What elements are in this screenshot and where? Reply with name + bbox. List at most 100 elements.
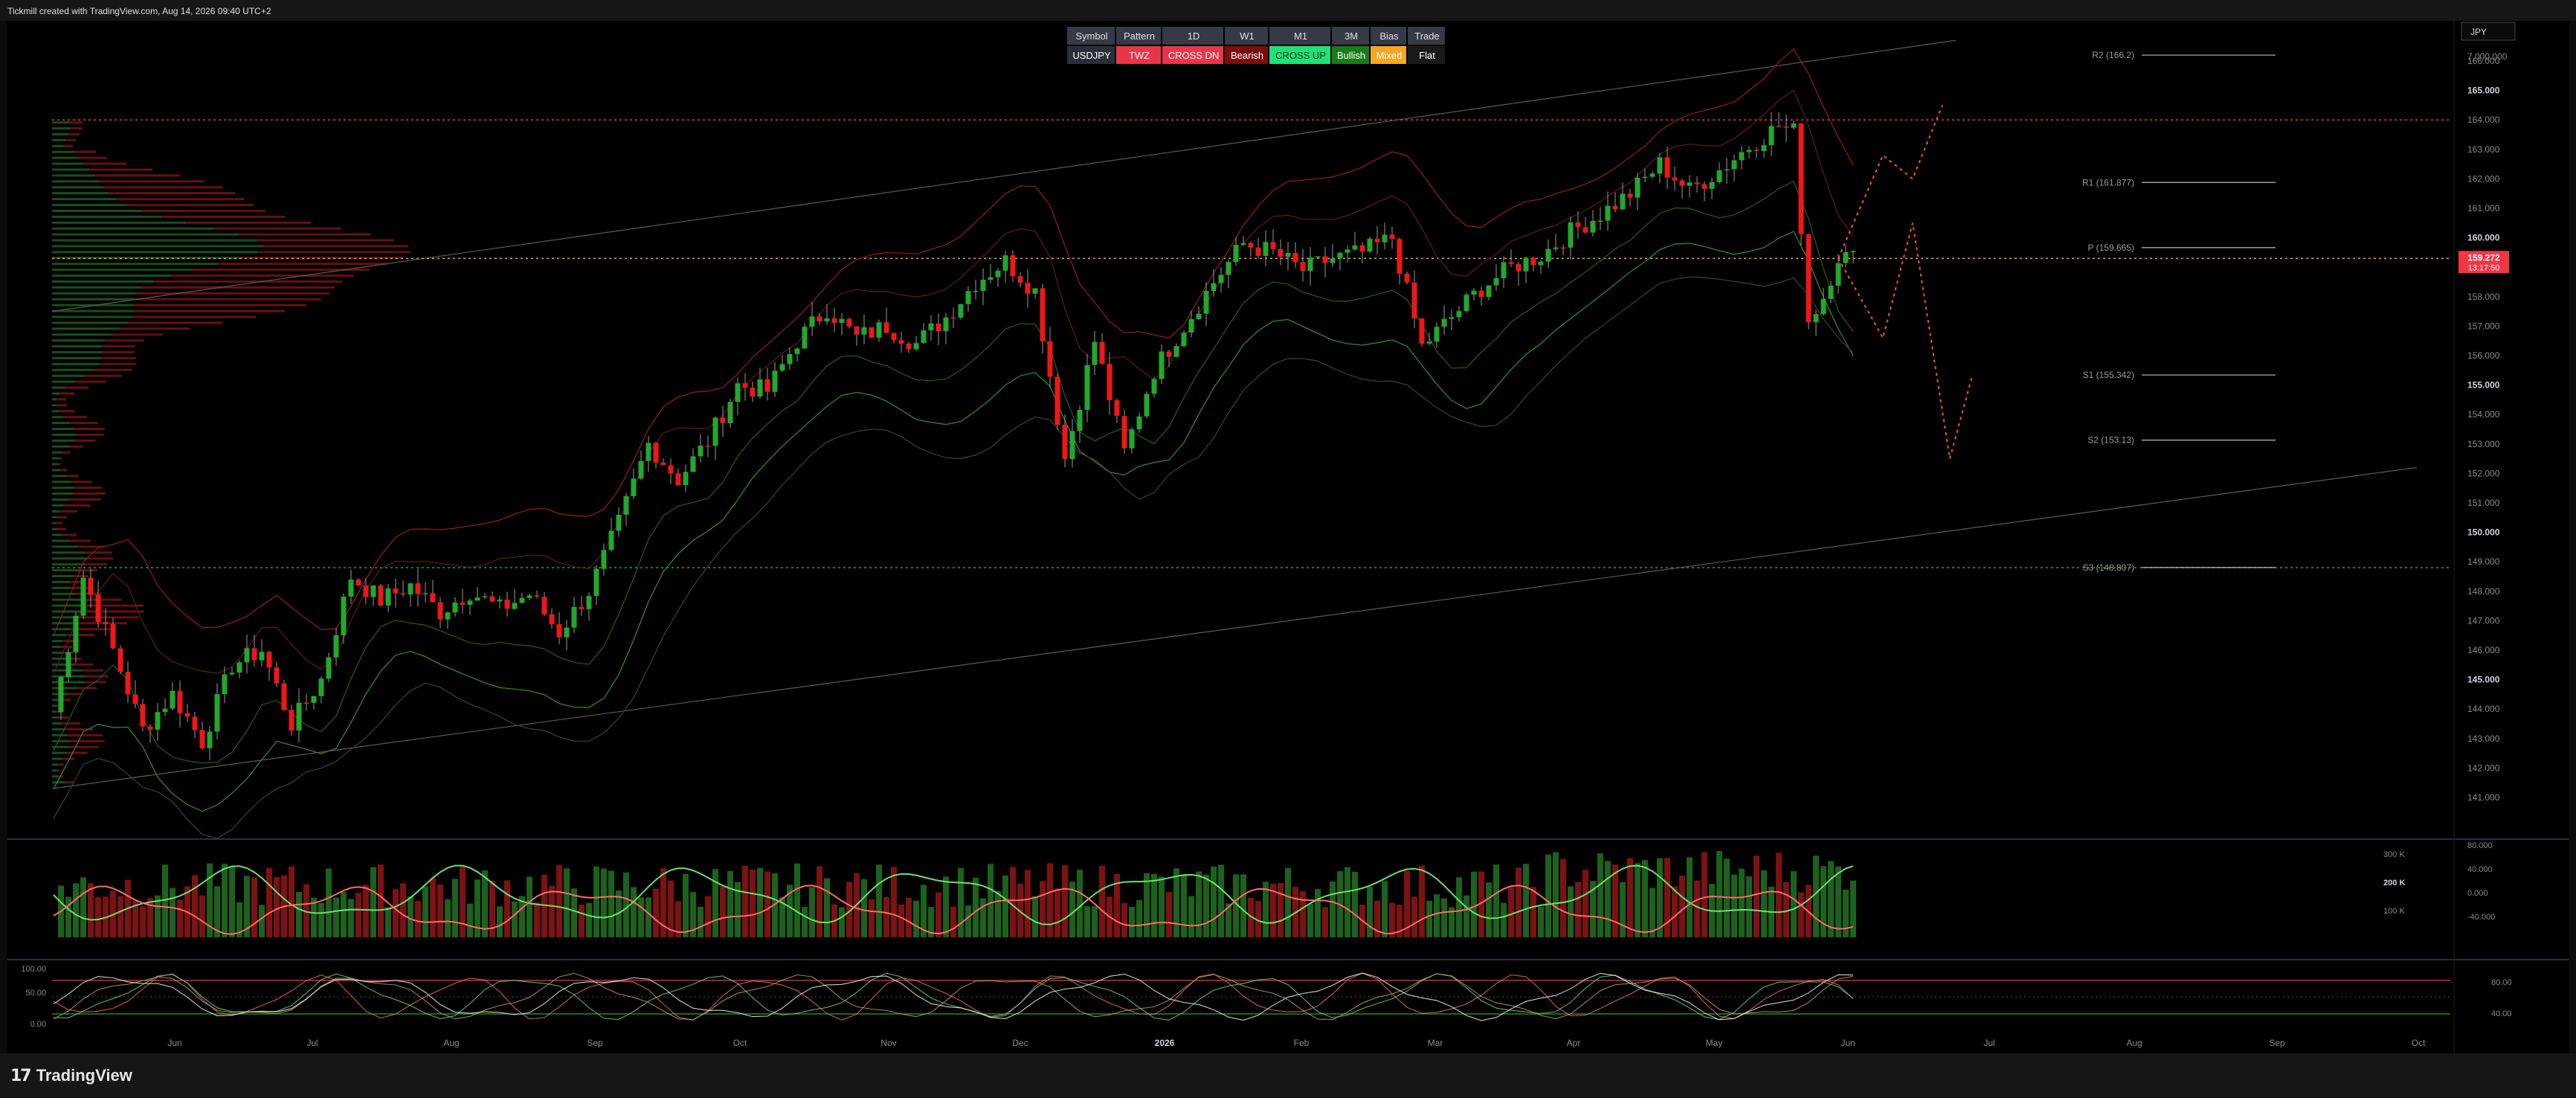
candle (1077, 410, 1083, 431)
volume-profile-bar-up (52, 233, 239, 236)
volume-bar (1121, 902, 1127, 937)
volume-profile-bar-up (52, 398, 57, 401)
candle (1307, 257, 1313, 272)
volume-bar (1047, 863, 1053, 937)
volume-bar (564, 868, 570, 937)
volume-profile-bar-down (74, 150, 96, 153)
volume-bar (1285, 867, 1291, 937)
candle (1010, 255, 1016, 277)
candle (928, 323, 934, 331)
candle (1679, 180, 1685, 186)
volume-profile-bar-down (79, 569, 97, 572)
volume-bar (1218, 864, 1224, 937)
volume-profile-bar-down (60, 646, 73, 649)
volume-profile-bar-up (52, 586, 71, 589)
candle (467, 600, 473, 606)
candle (1590, 220, 1596, 233)
candle (474, 597, 480, 601)
volume-bar (370, 867, 376, 937)
candle (1731, 160, 1737, 170)
volume-bar (363, 884, 369, 937)
volume-bar (809, 887, 815, 937)
candle (817, 316, 822, 322)
volume-bar (936, 892, 941, 937)
volume-bar (1731, 874, 1737, 937)
volume-profile-bar-up (52, 545, 78, 548)
candle (1181, 333, 1187, 347)
candle (1345, 249, 1350, 253)
volume-bar (839, 907, 845, 937)
volume-profile-bar-up (52, 162, 84, 165)
table-value: Bearish (1231, 50, 1263, 61)
candle (437, 602, 443, 620)
volume-bar (437, 884, 443, 937)
candle (1813, 314, 1819, 323)
tradingview-logo[interactable]: 17 TradingView (10, 1065, 132, 1086)
volume-bar (177, 899, 183, 937)
candle (385, 588, 391, 606)
volume-profile-bar-down (257, 239, 395, 242)
volume-profile-bar-up (52, 592, 76, 595)
stoch-axis-left-label: 50.00 (25, 989, 46, 998)
volume-bar (1835, 866, 1841, 937)
price-axis-label: 149.000 (2467, 556, 2500, 567)
volume-profile-bar-down (74, 487, 103, 489)
volume-bar (601, 868, 607, 937)
volume-profile-bar-up (52, 527, 57, 530)
time-axis-label: Sep (2269, 1038, 2285, 1048)
volume-bar (415, 901, 421, 937)
volume-bar (1278, 883, 1284, 937)
volume-profile-bar-up (52, 404, 57, 407)
volume-bar (1345, 867, 1350, 937)
volume-bar (296, 892, 302, 937)
candle (333, 635, 339, 658)
candle (378, 585, 384, 606)
candle (65, 652, 71, 677)
volume-profile-bar-up (52, 757, 62, 760)
candle (222, 674, 228, 695)
volume-profile-bar-up (52, 351, 102, 354)
candle (1627, 193, 1633, 198)
candle (1597, 220, 1603, 222)
volume-profile-bar-up (52, 186, 103, 189)
volume-bar (1754, 855, 1759, 937)
candle (1530, 257, 1536, 266)
table-value: TWZ (1129, 50, 1150, 61)
time-axis-label: 2026 (1155, 1038, 1175, 1048)
chart-svg[interactable]: R2 (166.2) R1 (161.877) P (159.665) S1 (155… (7, 21, 2569, 1053)
price-axis-label: 148.000 (2467, 586, 2500, 597)
volume-bar (906, 897, 912, 937)
volume-profile-bar-up (52, 439, 75, 442)
volume-profile-bar-up (52, 457, 58, 460)
time-axis-label: Nov (880, 1038, 896, 1048)
candle (1508, 262, 1514, 264)
volume-profile-bar-down (99, 180, 205, 183)
candle (445, 612, 451, 620)
volume-profile-bar-up (52, 487, 74, 489)
price-axis-label: 164.000 (2467, 115, 2500, 125)
volume-profile-bar-up (52, 563, 86, 566)
candle (750, 388, 756, 396)
chart-area[interactable]: R2 (166.2) R1 (161.877) P (159.665) S1 (155… (7, 21, 2569, 1053)
volume-bar (527, 876, 532, 937)
volume-profile-bar-up (52, 127, 71, 130)
volume-bar (1820, 866, 1826, 937)
volume-bar (534, 902, 540, 937)
volume-profile-bar-up (52, 575, 74, 577)
volume-bar (586, 902, 592, 937)
volume-bar (1627, 858, 1633, 937)
candle (1612, 205, 1618, 210)
volume-profile-bar-down (85, 563, 108, 566)
volume-profile-bar-up (52, 622, 75, 625)
candle (586, 596, 592, 609)
volume-bar (1672, 886, 1678, 937)
candle (1255, 247, 1261, 256)
candle (675, 473, 681, 486)
candle (1434, 327, 1440, 342)
volume-profile-bar-down (126, 204, 254, 207)
volume-profile-bar-up (52, 286, 143, 289)
candle (452, 603, 458, 613)
candle (1791, 123, 1797, 128)
volume-profile-bar-up (52, 445, 70, 448)
volume-profile-bar-up (52, 428, 74, 430)
